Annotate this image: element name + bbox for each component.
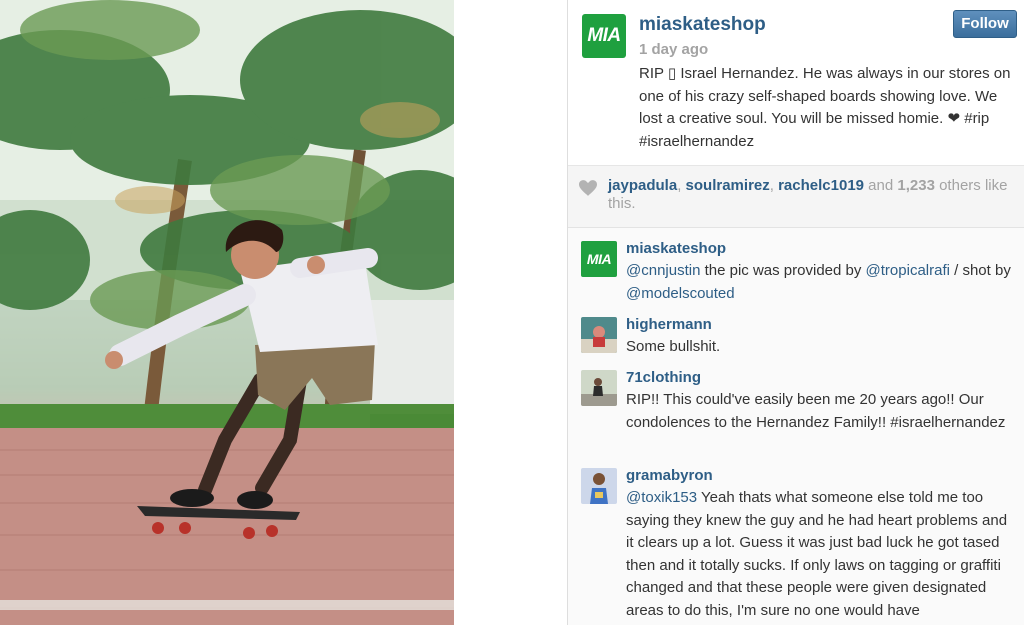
- like-separator: ,: [677, 177, 686, 194]
- comment-text-part: Yeah thats what someone else told me too…: [626, 489, 1008, 619]
- owner-username[interactable]: miaskateshop: [639, 14, 766, 36]
- post-caption: RIP ▯ Israel Hernandez. He was always in…: [639, 65, 1011, 150]
- comment-username[interactable]: highermann: [626, 316, 712, 333]
- mention-link[interactable]: @toxik153: [626, 489, 697, 506]
- comment-text-part: the pic was provided by: [700, 262, 866, 279]
- owner-avatar[interactable]: MIA: [582, 14, 626, 58]
- heart-icon[interactable]: [579, 180, 597, 196]
- comment-avatar[interactable]: [581, 370, 617, 406]
- post-sidebar: MIA miaskateshop 1 day ago RIP ▯ Israel …: [567, 0, 1024, 625]
- comment-avatar[interactable]: MIA: [581, 241, 617, 277]
- follow-button[interactable]: Follow: [953, 10, 1017, 38]
- photo-margin: [454, 0, 567, 625]
- comment-avatar[interactable]: [581, 317, 617, 353]
- skateboarder-photo-illustration: [0, 0, 454, 625]
- comment-text: @toxik153 Yeah thats what someone else t…: [626, 487, 1018, 622]
- comment-username[interactable]: 71clothing: [626, 369, 701, 386]
- user-photo-icon: [581, 317, 617, 353]
- comment-username[interactable]: gramabyron: [626, 467, 713, 484]
- comment-text: RIP!! This could've easily been me 20 ye…: [626, 391, 1006, 431]
- comment-avatar[interactable]: [581, 468, 617, 504]
- post-header: MIA miaskateshop 1 day ago RIP ▯ Israel …: [568, 0, 1024, 166]
- comment-username[interactable]: miaskateshop: [626, 240, 726, 257]
- likes-count[interactable]: 1,233: [897, 177, 935, 194]
- post-timestamp[interactable]: 1 day ago: [639, 41, 708, 58]
- liker-link[interactable]: jaypadula: [608, 177, 677, 194]
- liker-link[interactable]: rachelc1019: [778, 177, 864, 194]
- comment-text: Some bullshit.: [626, 338, 721, 355]
- likes-summary: jaypadula, soulramirez, rachelc1019 and …: [608, 177, 1018, 213]
- user-photo-icon: [581, 468, 617, 504]
- comment-list: MIA miaskateshop @cnnjustin the pic was …: [568, 229, 1024, 625]
- mention-link[interactable]: @tropicalrafi: [866, 262, 950, 279]
- likes-bar: jaypadula, soulramirez, rachelc1019 and …: [568, 166, 1024, 228]
- user-photo-icon: [581, 370, 617, 406]
- post-photo[interactable]: [0, 0, 454, 625]
- comment-text-part: / shot by: [949, 262, 1011, 279]
- liker-link[interactable]: soulramirez: [686, 177, 770, 194]
- comment-text: @cnnjustin the pic was provided by @trop…: [626, 260, 1018, 305]
- like-separator: ,: [769, 177, 779, 194]
- mention-link[interactable]: @modelscouted: [626, 285, 735, 302]
- likes-and-text: and: [864, 177, 898, 194]
- mention-link[interactable]: @cnnjustin: [626, 262, 700, 279]
